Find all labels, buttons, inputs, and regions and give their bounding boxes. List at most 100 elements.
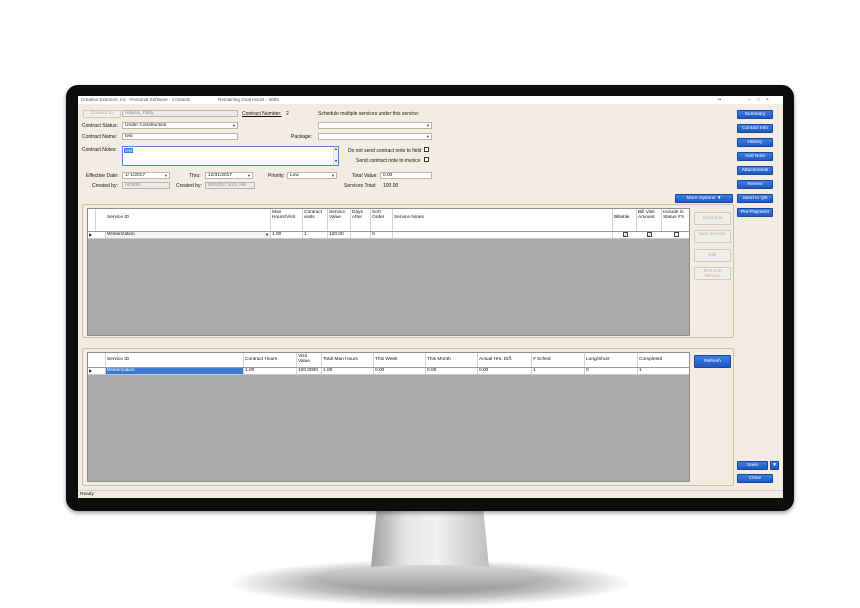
visit-value-cell[interactable]: 100.0000: [297, 368, 322, 374]
more-options-button[interactable]: More Options ▼: [675, 194, 733, 203]
billable-checkbox[interactable]: ✓: [623, 232, 628, 237]
row-pointer-icon: ▶: [89, 368, 93, 373]
summary-grid: Service ID Contract Hours Visit Value To…: [87, 352, 690, 482]
history-button[interactable]: History: [737, 138, 773, 147]
this-week-cell[interactable]: 0.00: [374, 368, 426, 374]
minimize-icon[interactable]: –: [748, 96, 751, 104]
this-month-cell[interactable]: 0.00: [426, 368, 478, 374]
status-bar: Ready: [78, 490, 783, 498]
chevron-down-icon: ▼: [331, 173, 335, 178]
contact-id-button[interactable]: Contact ID: [83, 110, 121, 118]
col-man-hours: Man Hours/Visit: [271, 209, 303, 231]
col-service-id: Service ID: [106, 209, 271, 231]
contract-notes-label: Contract Notes:: [82, 147, 117, 153]
sort-order-cell[interactable]: 0: [371, 232, 393, 238]
total-man-hours-cell[interactable]: 1.00: [322, 368, 374, 374]
completed-cell[interactable]: 1: [638, 368, 689, 374]
created-at-field: 5/1/2017 9:41 AM: [205, 182, 255, 189]
services-total-label: Services Total:: [344, 183, 377, 189]
thru-date-picker[interactable]: 12/31/2017 ▼: [205, 172, 253, 179]
chevron-down-icon: ▼: [426, 134, 430, 139]
contract-hours-cell[interactable]: 1.00: [244, 368, 297, 374]
save-options-icon[interactable]: ▼: [770, 461, 779, 470]
renew-button[interactable]: Renew: [737, 180, 773, 189]
col-this-month: This Month: [426, 353, 478, 367]
close-window-icon[interactable]: ×: [766, 96, 769, 104]
chevron-down-icon: ▼: [265, 232, 269, 237]
col-billable: Billable: [613, 209, 637, 231]
window-title: Creative Exteriors, Inc - Personal Softw…: [81, 97, 191, 102]
created-by-label: Created by:: [92, 183, 118, 189]
schedule-button[interactable]: Schedule: [694, 212, 731, 225]
pre-payment-button[interactable]: Pre-Payment: [737, 208, 773, 217]
send-invoice-label: Send contract note to invoice: [356, 158, 421, 164]
title-bar: Creative Exteriors, Inc - Personal Softw…: [78, 96, 783, 104]
app-screen: Creative Exteriors, Inc - Personal Softw…: [78, 96, 783, 498]
remove-service-button[interactable]: Remove Service: [694, 267, 731, 280]
col-contract-visits: Contract visits: [303, 209, 328, 231]
col-actual-hrs-diff: Actual Hrs. Diff.: [478, 353, 532, 367]
calendar-icon: ▼: [164, 173, 168, 178]
summary-button[interactable]: Summary: [737, 110, 773, 119]
days-after-cell[interactable]: [351, 232, 371, 238]
col-bill-visit-amount: Bill Visit Amount: [637, 209, 662, 231]
send-to-qb-button[interactable]: Send to QB: [737, 194, 773, 203]
service-id-cell[interactable]: Winterization: [106, 368, 244, 374]
no-send-field-checkbox[interactable]: [424, 147, 429, 152]
value-cell[interactable]: 100.00: [328, 232, 351, 238]
created-by-field: ADMIN: [122, 182, 170, 189]
contract-notes-textarea[interactable]: test ▲ ▼: [122, 146, 339, 166]
remaining-hours: Remaining Goal Hours - 3060: [218, 97, 279, 102]
contract-status-select[interactable]: Under Construction ▼: [122, 122, 238, 129]
chevron-down-icon: ▼: [232, 123, 236, 128]
no-send-field-label: Do not send contract note to field: [348, 148, 422, 154]
sched-cell[interactable]: 1: [532, 368, 585, 374]
table-row[interactable]: ▶ Winterization ▼ 1.00 1 100.00 0 ✓ ✓: [88, 232, 689, 239]
total-value-label: Total Value:: [352, 173, 378, 179]
col-service-value: Service Value: [328, 209, 351, 231]
edit-button[interactable]: Edit: [694, 249, 731, 262]
col-total-man-hours: Total Man Hours: [322, 353, 374, 367]
table-row[interactable]: ▶ Winterization 1.00 100.0000 1.00 0.00 …: [88, 368, 689, 375]
col-service-id: Service ID: [106, 353, 244, 367]
attachments-button[interactable]: Attachments: [737, 166, 773, 175]
diff-cell[interactable]: 0.00: [478, 368, 532, 374]
contract-name-input[interactable]: test: [122, 133, 238, 140]
include-status-checkbox[interactable]: [674, 232, 679, 237]
col-this-week: This Week: [374, 353, 426, 367]
window-controls: – □ ×: [748, 96, 769, 104]
schedule-multiple-select[interactable]: ▼: [318, 122, 432, 129]
contact-info-button[interactable]: Contact Info: [737, 124, 773, 133]
send-invoice-checkbox[interactable]: [424, 157, 429, 162]
new-service-button[interactable]: New Service: [694, 230, 731, 243]
col-sched: # Sched: [532, 353, 585, 367]
bill-visit-checkbox[interactable]: ✓: [647, 232, 652, 237]
col-include-status: Include in Status #'s: [663, 210, 684, 221]
man-hours-cell[interactable]: 1.00: [271, 232, 303, 238]
effective-date-picker[interactable]: 1/ 1/2017 ▼: [122, 172, 170, 179]
close-button[interactable]: Close: [737, 474, 773, 483]
col-contract-hours: Contract Hours: [244, 353, 297, 367]
long-short-cell[interactable]: 0: [585, 368, 638, 374]
package-select[interactable]: ▼: [318, 133, 432, 140]
maximize-icon[interactable]: □: [757, 96, 760, 104]
calendar-icon: ▼: [247, 173, 251, 178]
service-id-cell[interactable]: Winterization ▼: [106, 232, 271, 238]
scrollbar[interactable]: ▲ ▼: [333, 147, 338, 165]
add-note-button[interactable]: Add Note: [737, 152, 773, 161]
contract-status-label: Contract Status:: [82, 123, 118, 129]
package-label: Package:: [291, 134, 312, 140]
created-at-label: Created by:: [176, 183, 202, 189]
notes-cell[interactable]: [393, 232, 613, 238]
refresh-button[interactable]: Refresh: [694, 355, 731, 368]
total-value-input[interactable]: 0.00: [380, 172, 432, 179]
visits-cell[interactable]: 1: [303, 232, 328, 238]
contact-name-field: Adams, Patty: [122, 110, 238, 117]
save-button[interactable]: Save: [737, 461, 768, 470]
priority-select[interactable]: Low ▼: [287, 172, 337, 179]
contract-number-label: Contract Number:: [242, 111, 282, 117]
schedule-multiple-label: Schedule multiple services under this se…: [318, 111, 420, 117]
status-text: Ready: [80, 492, 94, 497]
services-total-value: 100.00: [383, 183, 399, 189]
col-visit-value: Visit Value: [297, 353, 322, 367]
